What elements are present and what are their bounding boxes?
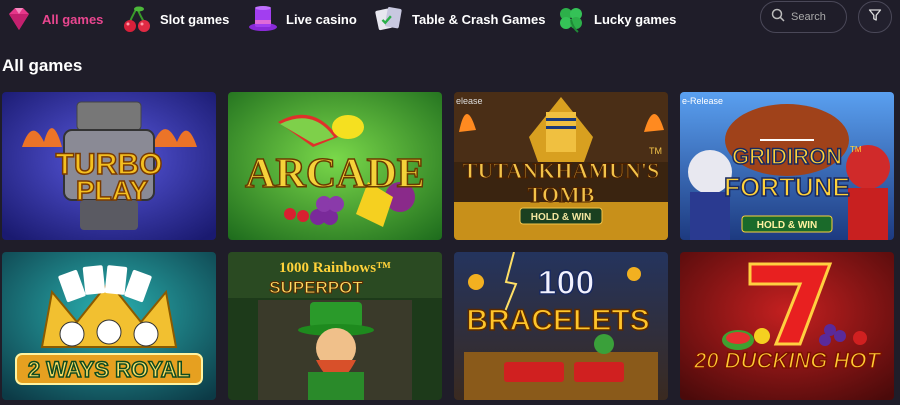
filter-icon — [868, 8, 882, 27]
game-title-line: 1000 Rainbows™ — [279, 260, 391, 276]
game-title-line: FORTUNE — [724, 172, 850, 202]
category-label: Slot games — [160, 11, 230, 27]
search-box[interactable] — [760, 1, 847, 33]
playing-cards-icon — [374, 4, 404, 34]
category-lucky-games[interactable]: Lucky games — [556, 4, 676, 34]
game-title-line: 20 DUCKING HOT — [693, 348, 881, 373]
game-title-line: TOMB — [528, 182, 595, 207]
game-title-line: ARCADE — [245, 151, 425, 197]
game-title-line: TUTANKHAMUN'S — [463, 158, 659, 183]
filter-button[interactable] — [858, 1, 892, 33]
category-label: All games — [42, 11, 104, 27]
category-slot-games[interactable]: Slot games — [122, 4, 229, 34]
svg-text:TM: TM — [649, 146, 662, 156]
category-all-games[interactable]: All games — [4, 4, 103, 34]
top-hat-icon — [248, 4, 278, 34]
game-tile-gridiron-fortune[interactable]: e-Release GRIDIRON FORTUNE TM HOLD & WIN — [680, 92, 894, 240]
game-title-line: 100 — [538, 264, 595, 302]
gem-icon — [4, 4, 34, 34]
search-input[interactable] — [791, 11, 846, 23]
game-title-line: GRIDIRON — [732, 144, 842, 169]
section-title: All games — [2, 56, 83, 75]
category-label: Table & Crash Games — [412, 11, 546, 27]
game-tile-turbo-play[interactable]: TURBO PLAY — [2, 92, 216, 240]
category-live-casino[interactable]: Live casino — [248, 4, 357, 34]
game-title-line: PLAY — [76, 175, 148, 206]
cherries-icon — [122, 4, 152, 34]
game-ribbon: e-Release — [682, 96, 723, 106]
game-banner: HOLD & WIN — [531, 212, 592, 223]
four-leaf-clover-icon — [556, 4, 586, 34]
game-title-line: SUPERPOT — [269, 278, 363, 297]
game-ribbon: elease — [456, 96, 483, 106]
game-tile-100-bracelets[interactable]: 100 BRACELETS — [454, 252, 668, 400]
game-tile-arcade[interactable]: ARCADE — [228, 92, 442, 240]
game-tile-tutankhamuns-tomb[interactable]: elease TUTANKHAMUN'S TOMB TM HOLD & WIN — [454, 92, 668, 240]
search-icon — [771, 8, 785, 27]
category-label: Live casino — [286, 11, 357, 27]
game-tile-2-ways-royal[interactable]: 2 WAYS ROYAL — [2, 252, 216, 400]
game-banner: HOLD & WIN — [757, 220, 818, 231]
game-title-line: BRACELETS — [466, 304, 649, 337]
game-tile-20-ducking-hot[interactable]: 20 DUCKING HOT — [680, 252, 894, 400]
svg-text:TM: TM — [850, 145, 862, 154]
game-tile-1000-rainbows-superpot[interactable]: 1000 Rainbows™ SUPERPOT — [228, 252, 442, 400]
game-title-line: 2 WAYS ROYAL — [28, 357, 190, 382]
category-table-crash-games[interactable]: Table & Crash Games — [374, 4, 545, 34]
category-bar: All games Slot games Live casino Table &… — [0, 0, 900, 38]
category-label: Lucky games — [594, 11, 677, 27]
